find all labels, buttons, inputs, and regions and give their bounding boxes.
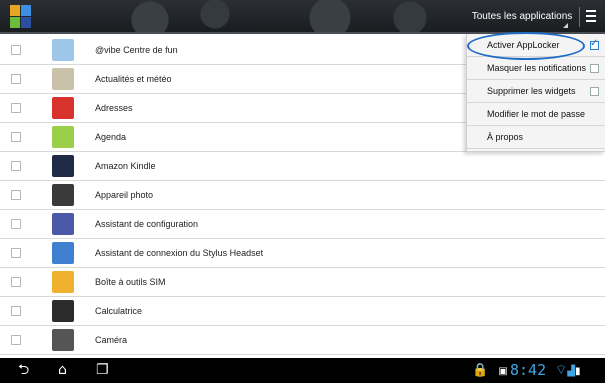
app-name: Adresses [95, 103, 133, 113]
status-area[interactable]: 🔒 ▣ [472, 362, 508, 379]
action-bar-divider [579, 7, 580, 27]
app-name: Actualités et météo [95, 74, 172, 84]
lock-icon: 🔒 [472, 363, 489, 378]
app-lock-checkbox[interactable] [11, 161, 21, 171]
filter-tab-label: Toutes les applications [471, 11, 573, 22]
app-row[interactable]: Assistant de configuration [0, 210, 605, 239]
menu-item-label: Modifier le mot de passe [487, 109, 586, 119]
app-lock-checkbox[interactable] [11, 335, 21, 345]
map-pin-icon [52, 97, 74, 119]
battery-icon: ▮ [574, 366, 581, 377]
camera-icon [52, 184, 74, 206]
app-name: @vibe Centre de fun [95, 45, 178, 55]
overflow-menu-icon[interactable] [586, 10, 600, 24]
app-lock-checkbox[interactable] [11, 306, 21, 316]
app-lock-checkbox[interactable] [11, 74, 21, 84]
app-row[interactable]: Appareil photo [0, 181, 605, 210]
highlight-ellipse [467, 32, 585, 60]
app-row[interactable]: Boîte à outils SIM [0, 268, 605, 297]
app-name: Agenda [95, 132, 127, 142]
app-row[interactable]: Assistant de connexion du Stylus Headset [0, 239, 605, 268]
applocker-logo [10, 5, 32, 29]
bluetooth-headset-icon [52, 242, 74, 264]
menu-item-label: À propos [487, 132, 524, 142]
webcam-icon [52, 329, 74, 351]
status-clock: 8:42 [510, 361, 547, 379]
news-weather-icon [52, 68, 74, 90]
app-name: Assistant de configuration [95, 219, 199, 229]
calendar-icon [52, 126, 74, 148]
calculator-icon [52, 300, 74, 322]
app-name: Appareil photo [95, 190, 154, 200]
sim-toolkit-icon [52, 271, 74, 293]
app-lock-checkbox[interactable] [11, 45, 21, 55]
menu-item-checkbox[interactable] [590, 87, 599, 96]
app-lock-checkbox[interactable] [11, 190, 21, 200]
app-lock-checkbox[interactable] [11, 219, 21, 229]
app-name: Assistant de connexion du Stylus Headset [95, 248, 264, 258]
vibe-icon [52, 39, 74, 61]
home-icon[interactable]: ⌂ [58, 362, 67, 379]
menu-item-checkbox[interactable] [590, 64, 599, 73]
signal-icon: ▟ [567, 366, 575, 377]
action-bar: Toutes les applications [0, 0, 605, 34]
recent-apps-icon[interactable]: ❐ [96, 362, 109, 379]
menu-item[interactable]: Modifier le mot de passe [467, 103, 605, 126]
app-name: Amazon Kindle [95, 161, 156, 171]
screenshot-icon: ▣ [498, 366, 508, 377]
menu-item[interactable]: Supprimer les widgets [467, 80, 605, 103]
app-row[interactable]: Amazon Kindle [0, 152, 605, 181]
app-lock-checkbox[interactable] [11, 248, 21, 258]
setup-wizard-icon [52, 213, 74, 235]
wifi-icon: ⌔ [555, 363, 568, 378]
menu-item-label: Supprimer les widgets [487, 86, 576, 96]
app-row[interactable]: Calculatrice [0, 297, 605, 326]
app-name: Calculatrice [95, 306, 143, 316]
app-lock-checkbox[interactable] [11, 277, 21, 287]
kindle-icon [52, 155, 74, 177]
app-name: Boîte à outils SIM [95, 277, 166, 287]
menu-item-checkbox[interactable] [590, 38, 599, 50]
menu-item[interactable]: À propos [467, 126, 605, 149]
app-lock-checkbox[interactable] [11, 103, 21, 113]
status-icons: ⌔▟▮ [555, 362, 580, 379]
dropdown-caret-icon [563, 23, 568, 28]
filter-tab-all-apps[interactable]: Toutes les applications [466, 0, 578, 34]
app-row[interactable]: Caméra [0, 326, 605, 355]
back-icon[interactable]: ⮌ [18, 362, 29, 379]
app-lock-checkbox[interactable] [11, 132, 21, 142]
menu-item-label: Masquer les notifications [487, 63, 587, 73]
app-name: Caméra [95, 335, 128, 345]
system-nav-bar: ⮌ ⌂ ❐ 🔒 ▣ 8:42 ⌔▟▮ [0, 358, 605, 383]
menu-item[interactable]: Masquer les notifications [467, 57, 605, 80]
